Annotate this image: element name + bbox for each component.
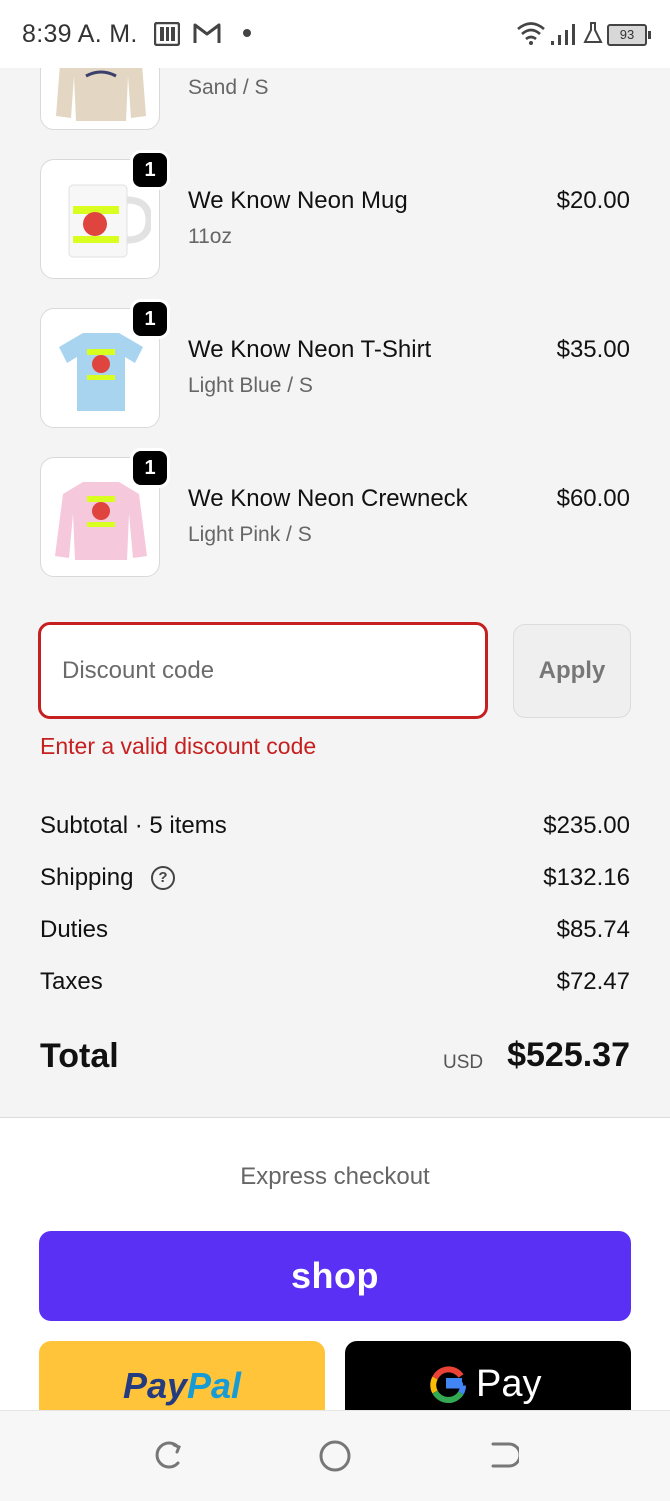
product-variant: Sand / S xyxy=(188,76,269,99)
shipping-label: Shipping xyxy=(40,864,134,891)
shipping-value: $132.16 xyxy=(543,864,630,891)
product-price: $20.00 xyxy=(556,187,630,214)
taxes-label: Taxes xyxy=(40,968,103,995)
shop-pay-button[interactable]: shop xyxy=(39,1231,631,1321)
system-navigation-bar xyxy=(0,1410,670,1501)
express-checkout-section: Express checkout shop PayPal Pay xyxy=(0,1117,670,1431)
battery-icon: 93 xyxy=(607,24,651,46)
taxes-value: $72.47 xyxy=(556,968,630,995)
quantity-badge: 1 xyxy=(130,150,170,190)
total-currency: USD xyxy=(443,1052,484,1073)
paypal-logo-part2: Pal xyxy=(187,1365,242,1406)
total-value: $525.37 xyxy=(507,1036,630,1074)
notification-dot xyxy=(243,29,251,37)
back-icon[interactable] xyxy=(487,1439,519,1471)
subtotal-value: $235.00 xyxy=(543,812,630,839)
news-app-icon xyxy=(154,22,180,46)
duties-value: $85.74 xyxy=(556,916,630,943)
product-price: $35.00 xyxy=(556,336,630,363)
product-name: We Know Neon T-Shirt xyxy=(188,336,432,363)
status-time: 8:39 A. M. xyxy=(22,20,138,48)
duties-label: Duties xyxy=(40,916,109,943)
google-pay-label: Pay xyxy=(476,1363,542,1405)
product-variant: Light Blue / S xyxy=(188,374,313,397)
paypal-logo-part1: Pay xyxy=(122,1365,187,1406)
recent-apps-icon[interactable] xyxy=(152,1439,184,1471)
status-bar: 8:39 A. M. 93 xyxy=(0,0,670,68)
product-variant: Light Pink / S xyxy=(188,523,312,546)
lab-icon xyxy=(583,22,603,43)
quantity-badge: 1 xyxy=(130,448,170,488)
product-variant: 11oz xyxy=(188,225,232,248)
gmail-icon xyxy=(193,23,221,43)
express-checkout-title: Express checkout xyxy=(240,1163,430,1190)
discount-error-message: Enter a valid discount code xyxy=(40,733,317,759)
home-icon[interactable] xyxy=(318,1439,352,1473)
product-name: We Know Neon Mug xyxy=(188,187,408,214)
discount-code-input[interactable] xyxy=(38,622,488,719)
product-price: $60.00 xyxy=(556,485,630,512)
google-g-icon xyxy=(430,1365,467,1403)
subtotal-label: Subtotal · 5 items xyxy=(40,812,227,839)
product-name: We Know Neon Crewneck xyxy=(188,485,468,512)
wifi-icon xyxy=(517,22,545,45)
signal-icon xyxy=(551,24,575,45)
total-label: Total xyxy=(40,1037,119,1075)
quantity-badge: 1 xyxy=(130,299,170,339)
help-icon[interactable]: ? xyxy=(151,866,175,890)
apply-discount-button[interactable]: Apply xyxy=(513,624,631,718)
